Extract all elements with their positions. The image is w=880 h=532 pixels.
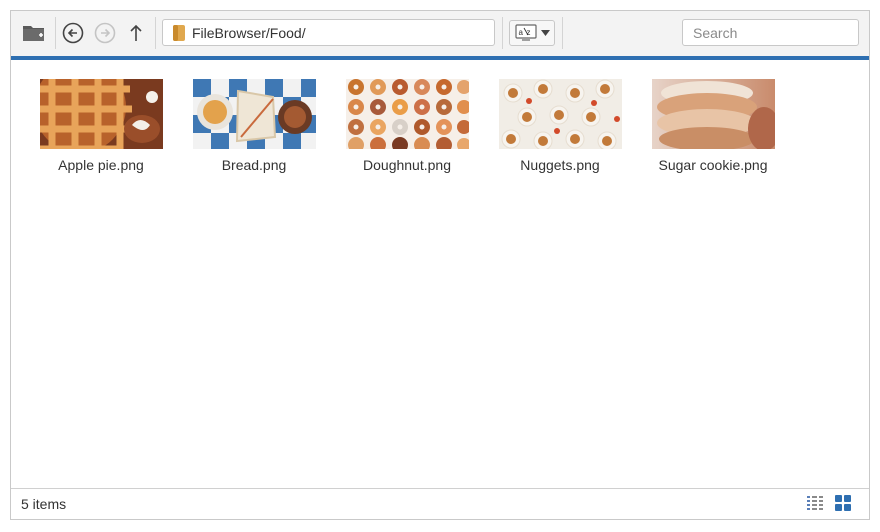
file-thumbnail [651,79,775,149]
toolbar-separator [55,17,56,49]
back-button[interactable] [61,21,85,45]
tiles-view-icon [835,495,851,511]
item-count: 5 items [21,496,67,512]
file-browser-window: FileBrowser/Food/ a z Search Apple pie.p… [10,10,870,520]
details-view-button[interactable] [806,494,826,514]
svg-text:a: a [518,28,523,37]
toolbar-separator [155,17,156,49]
forward-button[interactable] [93,21,117,45]
new-folder-button[interactable] [21,21,47,45]
sort-az-icon: a z [514,24,537,41]
up-button[interactable] [125,21,147,45]
toolbar-separator [502,17,503,49]
file-name: Apple pie.png [58,157,144,173]
back-icon [62,22,84,44]
chevron-down-icon [540,30,550,36]
file-grid: Apple pie.png Bread.png Doughnut.png Nug… [11,60,869,488]
file-thumbnail [345,79,469,149]
file-thumbnail [498,79,622,149]
up-icon [130,24,142,41]
file-name: Sugar cookie.png [658,157,768,173]
file-item[interactable]: Nuggets.png [498,79,622,173]
file-item[interactable]: Sugar cookie.png [651,79,775,173]
address-path: FileBrowser/Food/ [192,24,306,41]
file-thumbnail [192,79,316,149]
folder-new-icon [23,26,44,41]
svg-text:z: z [526,28,530,37]
forward-icon [94,22,116,44]
address-bar[interactable]: FileBrowser/Food/ [162,19,495,46]
search-input[interactable] [682,19,859,46]
sort-button[interactable]: a z [509,20,555,46]
file-item[interactable]: Apple pie.png [39,79,163,173]
file-thumbnail [39,79,163,149]
file-name: Nuggets.png [520,157,600,173]
tiles-view-button[interactable] [834,494,854,514]
file-item[interactable]: Doughnut.png [345,79,469,173]
toolbar-separator [562,17,563,49]
toolbar: FileBrowser/Food/ a z [11,11,869,60]
file-name: Doughnut.png [363,157,451,173]
details-view-icon [807,496,823,510]
file-name: Bread.png [221,157,287,173]
status-bar: 5 items [11,488,869,519]
file-item[interactable]: Bread.png [192,79,316,173]
path-folder-icon [173,24,185,41]
